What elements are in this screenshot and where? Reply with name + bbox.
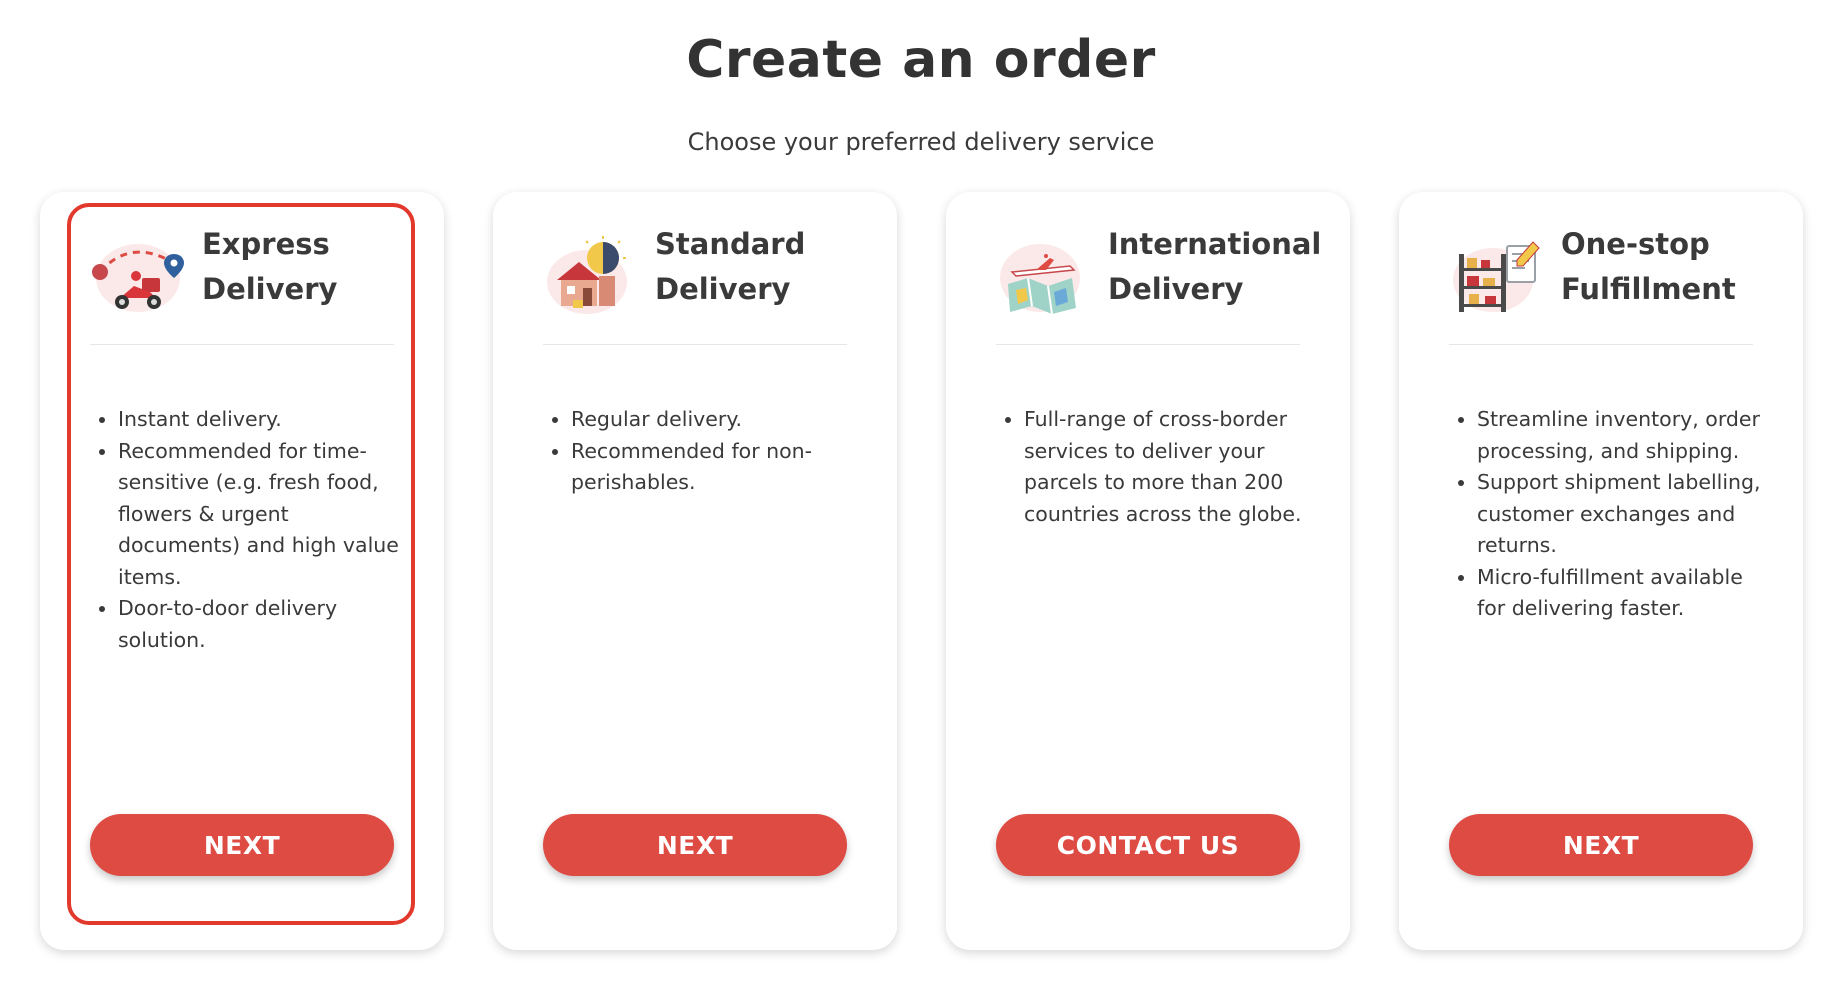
next-button[interactable]: NEXT <box>90 814 394 876</box>
page-subtitle: Choose your preferred delivery service <box>687 128 1155 156</box>
service-card-fulfillment[interactable]: One-stop Fulfillment Streamline inventor… <box>1399 192 1803 950</box>
list-item: Support shipment labelling, customer exc… <box>1477 467 1767 562</box>
contact-us-button[interactable]: CONTACT US <box>996 814 1300 876</box>
card-header: One-stop Fulfillment <box>1449 222 1753 345</box>
page-title: Create an order <box>686 30 1156 90</box>
card-header: International Delivery <box>996 222 1321 345</box>
delivery-service-cards: Express Delivery Instant delivery. Recom… <box>40 192 1803 952</box>
card-bullet-list: Streamline inventory, order processing, … <box>1451 404 1767 625</box>
list-item: Door-to-door delivery solution. <box>118 593 408 656</box>
card-header: Standard Delivery <box>543 222 847 345</box>
card-title: International Delivery <box>1108 227 1322 306</box>
card-bullet-list: Regular delivery. Recommended for non-pe… <box>545 404 861 499</box>
card-title: One-stop Fulfillment <box>1561 227 1736 306</box>
card-title: Express Delivery <box>202 227 338 306</box>
list-item: Instant delivery. <box>118 404 408 436</box>
scooter-route-icon <box>90 236 186 316</box>
list-item: Micro-fulfillment available for deliveri… <box>1477 562 1767 625</box>
card-bullet-list: Full-range of cross-border services to d… <box>998 404 1314 530</box>
card-bullet-list: Instant delivery. Recommended for time-s… <box>92 404 408 656</box>
list-item: Regular delivery. <box>571 404 861 436</box>
list-item: Full-range of cross-border services to d… <box>1024 404 1314 530</box>
list-item: Recommended for time-sensitive (e.g. fre… <box>118 436 408 594</box>
service-card-international[interactable]: International Delivery Full-range of cro… <box>946 192 1350 950</box>
plane-map-icon <box>996 236 1092 316</box>
list-item: Streamline inventory, order processing, … <box>1477 404 1767 467</box>
list-item: Recommended for non-perishables. <box>571 436 861 499</box>
next-button[interactable]: NEXT <box>1449 814 1753 876</box>
service-card-standard[interactable]: Standard Delivery Regular delivery. Reco… <box>493 192 897 950</box>
card-title: Standard Delivery <box>655 227 806 306</box>
house-day-night-icon <box>543 236 639 316</box>
service-card-express[interactable]: Express Delivery Instant delivery. Recom… <box>40 192 444 950</box>
card-header: Express Delivery <box>90 222 394 345</box>
warehouse-shelves-icon <box>1449 236 1545 316</box>
next-button[interactable]: NEXT <box>543 814 847 876</box>
